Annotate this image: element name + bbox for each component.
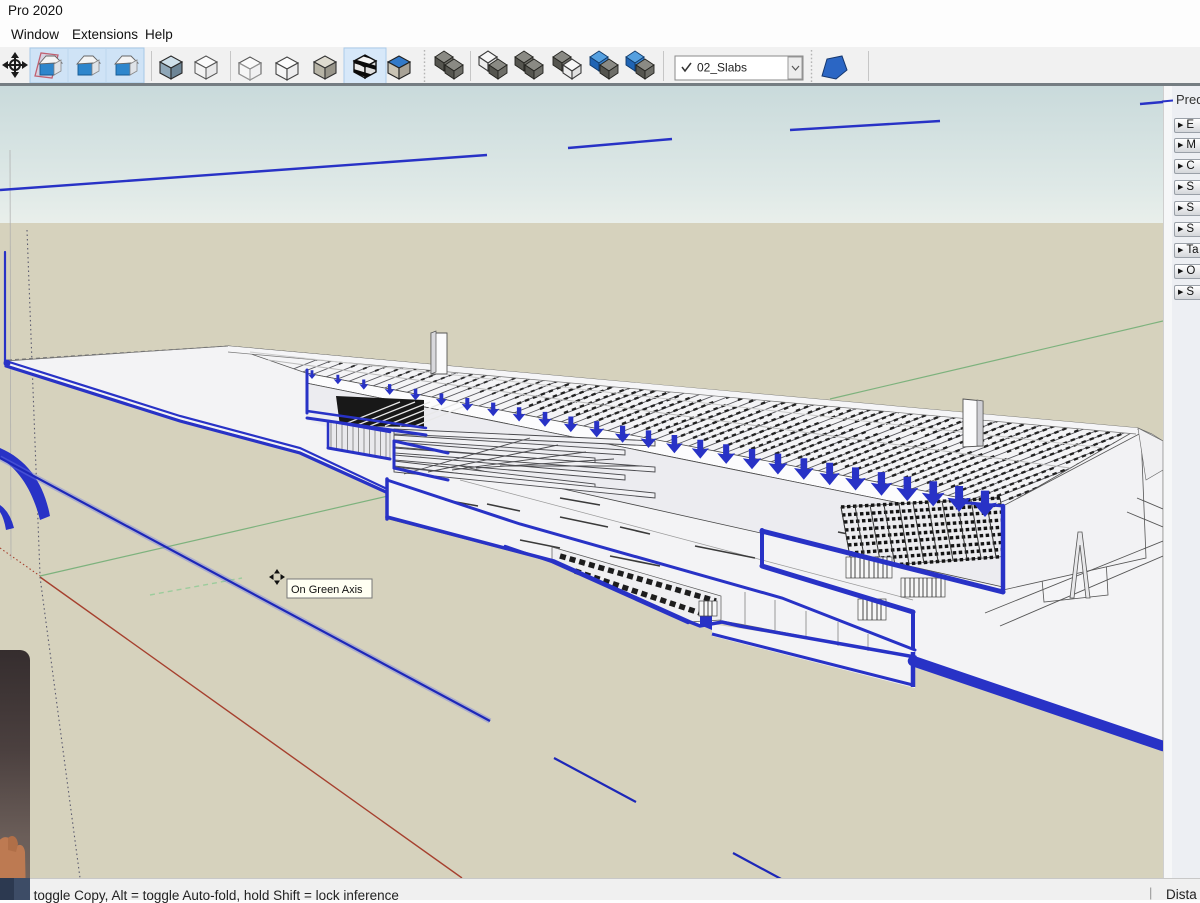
svg-text:On Green Axis: On Green Axis [291,584,363,596]
svg-text:02_Slabs: 02_Slabs [697,61,747,75]
